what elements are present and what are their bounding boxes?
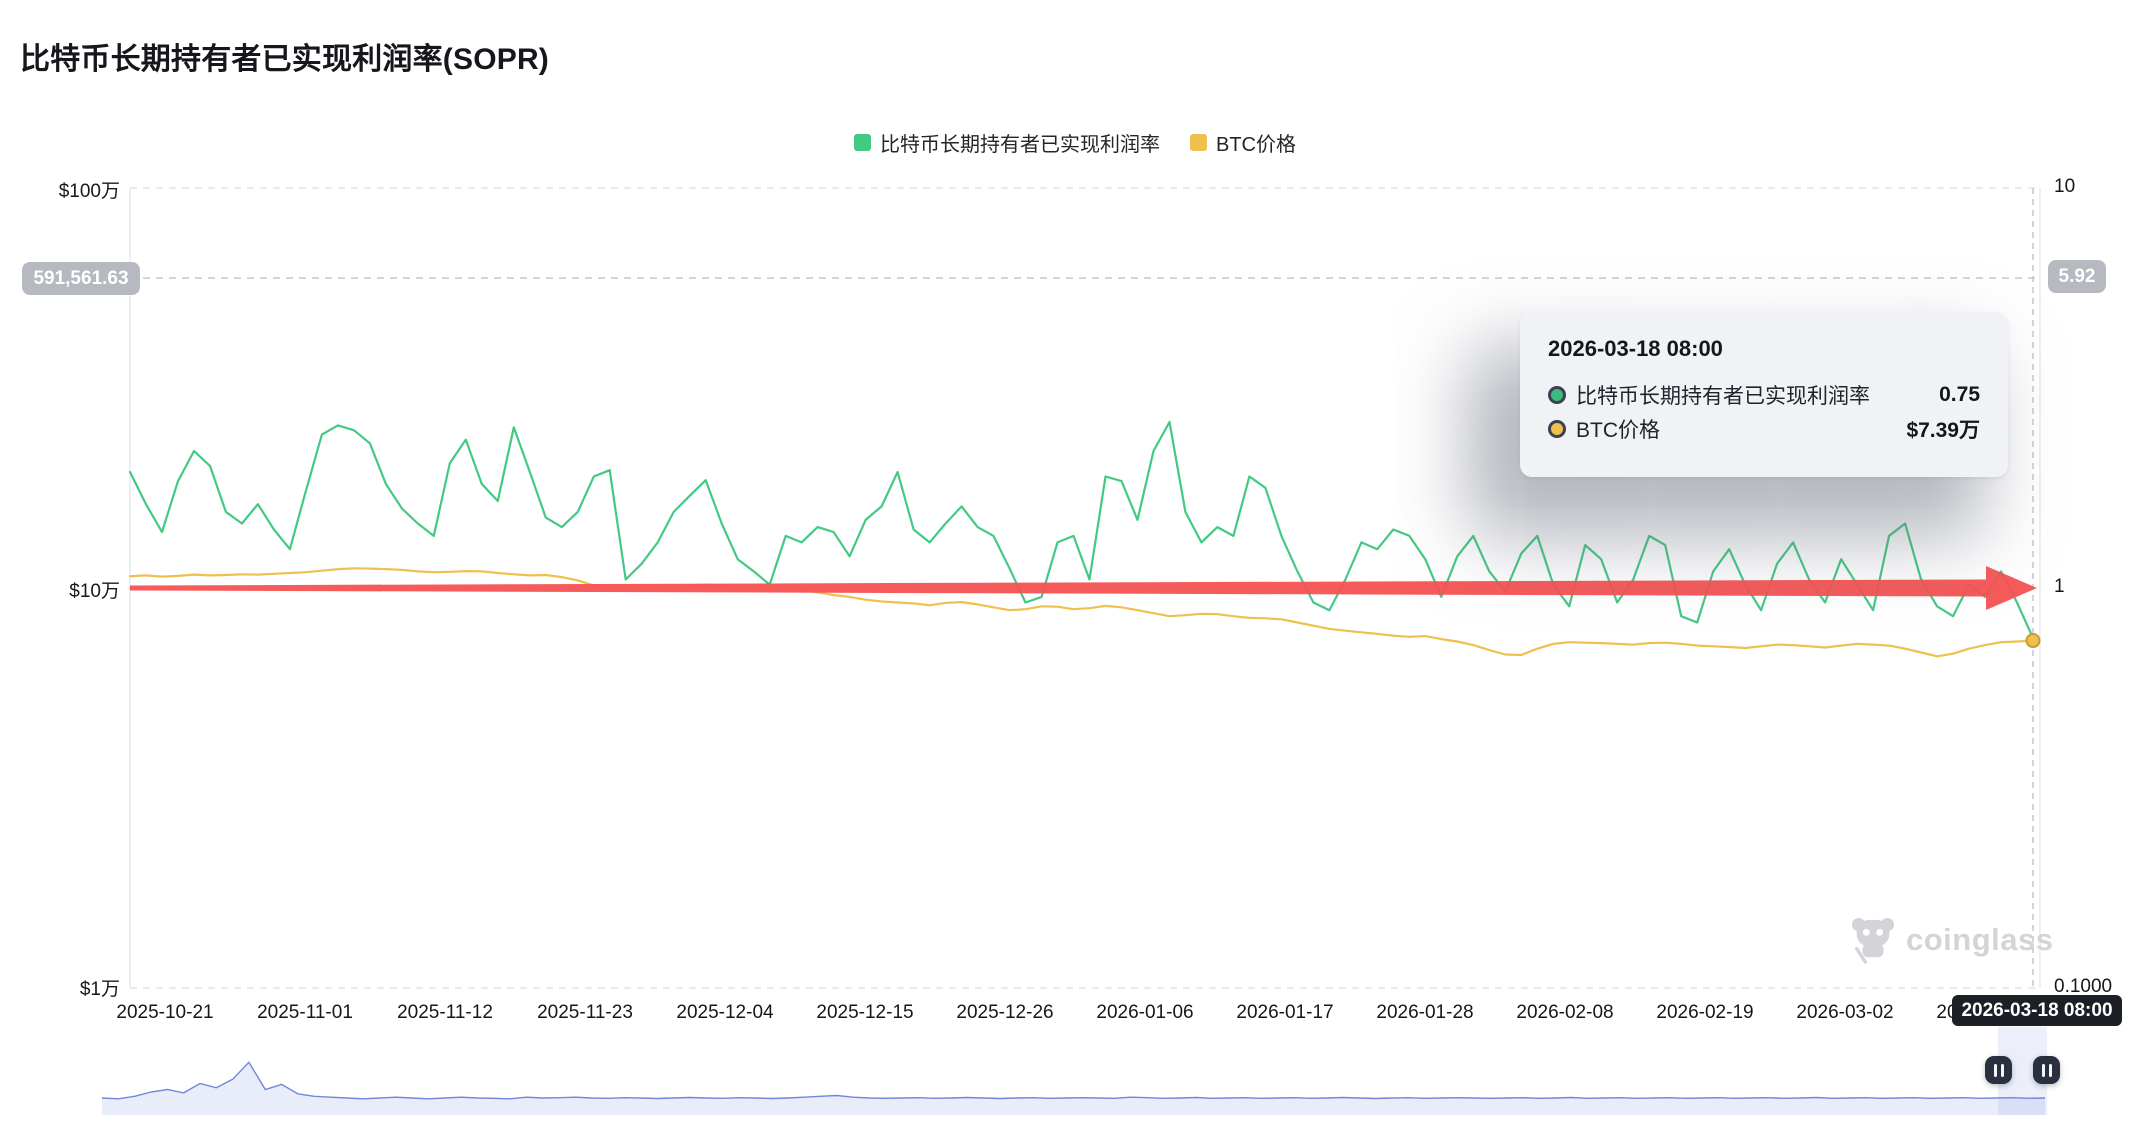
series-marker-icon [1548, 386, 1566, 404]
range-navigator[interactable] [0, 0, 2150, 1142]
navigator-left-handle[interactable] [1985, 1056, 2012, 1084]
sopr-chart-page: 比特币长期持有者已实现利润率(SOPR) 比特币长期持有者已实现利润率BTC价格… [0, 0, 2150, 1142]
tooltip-row-value: 0.75 [1939, 383, 1980, 407]
tooltip-row-label: 比特币长期持有者已实现利润率 [1576, 380, 1870, 410]
tooltip-row-0: 比特币长期持有者已实现利润率 0.75 [1548, 378, 1980, 412]
tooltip-row-label: BTC价格 [1576, 414, 1660, 444]
coinglass-watermark: coinglass [1850, 916, 2054, 964]
series-marker-icon [1548, 420, 1566, 438]
tooltip-timestamp: 2026-03-18 08:00 [1548, 336, 1980, 362]
coinglass-watermark-text: coinglass [1906, 922, 2054, 958]
crosshair-x-value-badge: 2026-03-18 08:00 [1952, 995, 2122, 1026]
coinglass-mascot-icon [1850, 916, 1896, 964]
navigator-right-handle[interactable] [2033, 1056, 2060, 1084]
tooltip-rows: 比特币长期持有者已实现利润率 0.75 BTC价格 $7.39万 [1548, 378, 1980, 446]
tooltip-row-1: BTC价格 $7.39万 [1548, 412, 1980, 446]
hover-tooltip: 2026-03-18 08:00 比特币长期持有者已实现利润率 0.75 BTC价格… [1520, 312, 2008, 477]
tooltip-row-value: $7.39万 [1906, 414, 1980, 444]
